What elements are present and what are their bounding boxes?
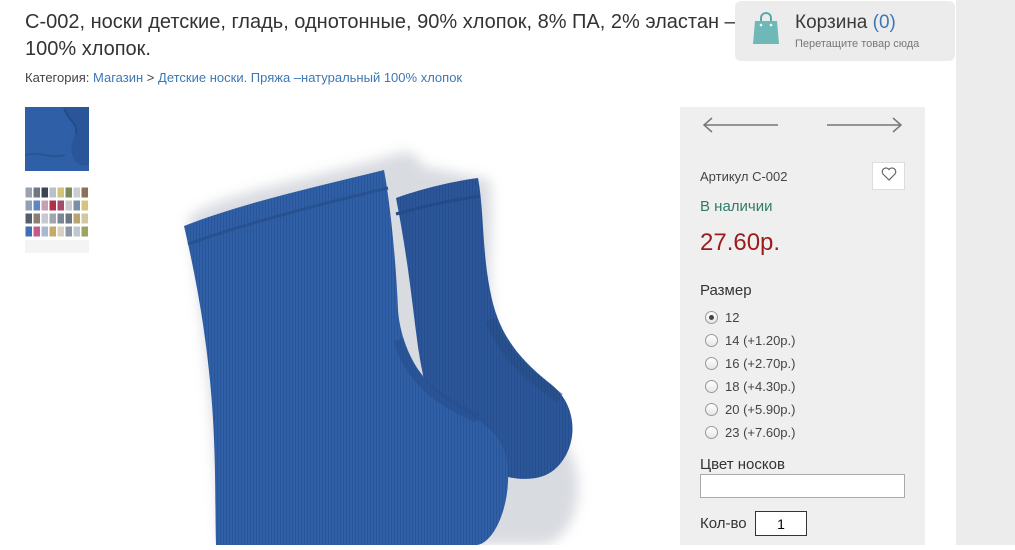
quantity-input[interactable]	[755, 511, 807, 536]
size-option[interactable]: 18 (+4.30р.)	[705, 375, 795, 398]
blue-socks-photo	[160, 140, 620, 545]
stock-status: В наличии	[700, 198, 773, 215]
size-option-label: 23 (+7.60р.)	[725, 425, 796, 440]
size-option-label: 16 (+2.70р.)	[725, 356, 796, 371]
cart-hint: Перетащите товар сюда	[795, 38, 920, 50]
shopping-bag-icon	[752, 11, 780, 50]
breadcrumb-label: Категория:	[25, 70, 90, 85]
cart-title-text: Корзина	[795, 12, 868, 33]
size-radio[interactable]	[705, 426, 718, 439]
size-radio[interactable]	[705, 334, 718, 347]
size-radio[interactable]	[705, 380, 718, 393]
cart-title: Корзина (0)	[795, 12, 896, 34]
breadcrumb: Категория: Магазин > Детские носки. Пряж…	[25, 70, 462, 85]
color-input[interactable]	[700, 474, 905, 498]
cart-widget[interactable]: Корзина (0) Перетащите товар сюда	[735, 1, 955, 61]
size-label: Размер	[700, 282, 752, 299]
size-option[interactable]: 20 (+5.90р.)	[705, 398, 795, 421]
product-sku: Артикул С-002	[700, 169, 788, 184]
size-option[interactable]: 14 (+1.20р.)	[705, 329, 795, 352]
size-option[interactable]: 23 (+7.60р.)	[705, 421, 795, 444]
size-radio[interactable]	[705, 357, 718, 370]
product-title: С-002, носки детские, гладь, однотонные,…	[25, 11, 736, 60]
page-side-strip	[956, 0, 1015, 545]
arrow-right-icon[interactable]	[825, 117, 903, 138]
color-label: Цвет носков	[700, 456, 785, 473]
breadcrumb-shop-link[interactable]: Магазин	[93, 70, 143, 85]
quantity-label: Кол-во	[700, 515, 747, 532]
size-options: 12 14 (+1.20р.) 16 (+2.70р.) 18 (+4.30р.) 20…	[705, 306, 795, 444]
size-option[interactable]: 12	[705, 306, 795, 329]
size-option-label: 18 (+4.30р.)	[725, 379, 796, 394]
breadcrumb-separator: >	[146, 70, 155, 85]
color-palette-thumbnail[interactable]	[25, 187, 89, 253]
size-radio[interactable]	[705, 403, 718, 416]
favorite-button[interactable]	[872, 162, 905, 190]
arrow-left-icon[interactable]	[702, 117, 780, 138]
buy-panel: Артикул С-002 В наличии 27.60р. Размер 1…	[680, 107, 925, 545]
size-option-label: 14 (+1.20р.)	[725, 333, 796, 348]
cart-count: (0)	[872, 12, 896, 33]
blue-sock-thumbnail[interactable]	[24, 107, 89, 171]
heart-icon	[881, 166, 897, 186]
product-price: 27.60р.	[700, 229, 781, 256]
size-option-label: 12	[725, 310, 740, 325]
size-option-label: 20 (+5.90р.)	[725, 402, 796, 417]
size-option[interactable]: 16 (+2.70р.)	[705, 352, 795, 375]
size-radio[interactable]	[705, 311, 718, 324]
breadcrumb-category-link[interactable]: Детские носки. Пряжа –натуральный 100% х…	[158, 70, 462, 85]
